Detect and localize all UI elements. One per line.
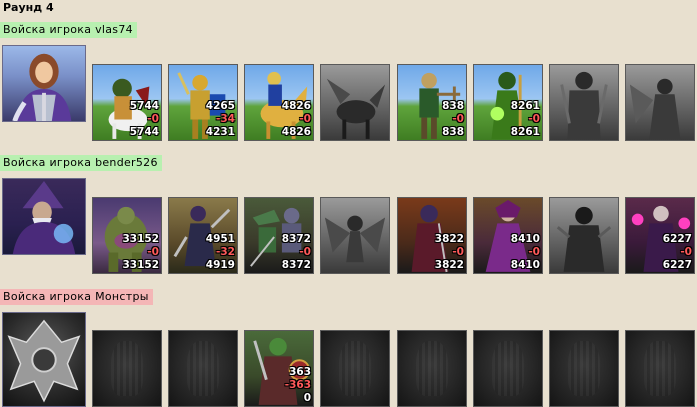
unit-remaining: 8372: [281, 259, 311, 271]
empty-slot-icon: [474, 331, 542, 406]
unit-loss: -34: [216, 113, 235, 125]
unit-remaining: 4231: [205, 126, 235, 138]
unit-slot-5[interactable]: 3822 -0 3822: [397, 197, 467, 274]
knight-heroine-portrait-icon: [3, 46, 85, 121]
unit-loss: -0: [528, 246, 540, 258]
unit-slot-7[interactable]: [549, 64, 619, 141]
army-label-vlas74: Войска игрока vlas74: [0, 22, 137, 38]
unit-remaining: 8410: [510, 259, 540, 271]
unit-slot-3[interactable]: 8372 -0 8372: [244, 197, 314, 274]
unit-slot-2[interactable]: [168, 330, 238, 407]
unit-slot-1[interactable]: [92, 330, 162, 407]
unit-slot-8[interactable]: [625, 330, 695, 407]
unit-loss: -0: [147, 113, 159, 125]
unit-slot-4[interactable]: [320, 197, 390, 274]
wizard-portrait-icon: [3, 179, 85, 254]
unit-count: 3822: [434, 233, 464, 245]
unit-slot-3[interactable]: 4826 -0 4826: [244, 64, 314, 141]
unit-loss: -32: [216, 246, 235, 258]
unit-loss: -0: [147, 246, 159, 258]
unit-remaining: 0: [303, 392, 311, 404]
unit-slot-1[interactable]: 33152 -0 33152: [92, 197, 162, 274]
unit-remaining: 33152: [122, 259, 159, 271]
unit-slot-8[interactable]: [625, 64, 695, 141]
unit-remaining: 838: [442, 126, 464, 138]
unit-count: 363: [289, 366, 311, 378]
unit-slot-6[interactable]: 8261 -0 8261: [473, 64, 543, 141]
unit-remaining: 8261: [510, 126, 540, 138]
unit-count: 5744: [129, 100, 159, 112]
monster-crest-icon: [3, 313, 85, 406]
unit-slot-3[interactable]: 363 -363 0: [244, 330, 314, 407]
empty-slot-icon: [321, 331, 389, 406]
unit-count: 8372: [281, 233, 311, 245]
empty-slot-icon: [169, 331, 237, 406]
hero-portrait-bender526[interactable]: [2, 178, 86, 255]
swordsman-icon: [550, 65, 618, 140]
unit-loss: -363: [284, 379, 311, 391]
empty-slot-icon: [93, 331, 161, 406]
unit-slot-7[interactable]: [549, 330, 619, 407]
harpy-icon: [321, 198, 389, 273]
unit-slot-5[interactable]: 838 -0 838: [397, 64, 467, 141]
army-label-monsters: Войска игрока Монстры: [0, 289, 153, 305]
shadow-warrior-icon: [550, 198, 618, 273]
unit-slot-2[interactable]: 4951 -32 4919: [168, 197, 238, 274]
hero-portrait-monsters[interactable]: [2, 312, 86, 407]
unit-count: 4265: [205, 100, 235, 112]
unit-slot-2[interactable]: 4265 -34 4231: [168, 64, 238, 141]
unit-remaining: 3822: [434, 259, 464, 271]
unit-remaining: 6227: [662, 259, 692, 271]
unit-slot-1[interactable]: 5744 -0 5744: [92, 64, 162, 141]
unit-remaining: 5744: [129, 126, 159, 138]
unit-loss: -0: [528, 113, 540, 125]
unit-slot-5[interactable]: [397, 330, 467, 407]
hero-portrait-vlas74[interactable]: [2, 45, 86, 122]
pegasus-icon: [321, 65, 389, 140]
unit-loss: -0: [299, 246, 311, 258]
unit-count: 8261: [510, 100, 540, 112]
empty-slot-icon: [550, 331, 618, 406]
unit-slot-8[interactable]: 6227 -0 6227: [625, 197, 695, 274]
empty-slot-icon: [626, 331, 694, 406]
unit-slot-6[interactable]: [473, 330, 543, 407]
unit-count: 6227: [662, 233, 692, 245]
unit-count: 4951: [205, 233, 235, 245]
unit-slot-4[interactable]: [320, 330, 390, 407]
unit-count: 33152: [122, 233, 159, 245]
unit-count: 8410: [510, 233, 540, 245]
unit-slot-6[interactable]: 8410 -0 8410: [473, 197, 543, 274]
unit-loss: -0: [452, 113, 464, 125]
unit-loss: -0: [299, 113, 311, 125]
unit-remaining: 4826: [281, 126, 311, 138]
unit-slot-7[interactable]: [549, 197, 619, 274]
army-label-bender526: Войска игрока bender526: [0, 155, 162, 171]
unit-loss: -0: [452, 246, 464, 258]
empty-slot-icon: [398, 331, 466, 406]
unit-loss: -0: [680, 246, 692, 258]
round-title: Раунд 4: [3, 1, 54, 14]
angel-icon: [626, 65, 694, 140]
unit-remaining: 4919: [205, 259, 235, 271]
unit-slot-4[interactable]: [320, 64, 390, 141]
unit-count: 4826: [281, 100, 311, 112]
unit-count: 838: [442, 100, 464, 112]
